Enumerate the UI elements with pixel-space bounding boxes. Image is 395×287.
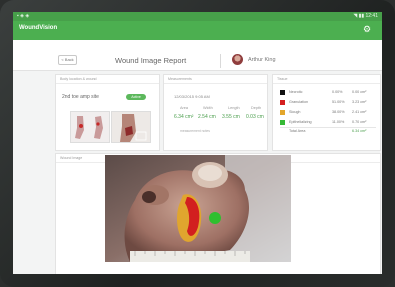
app-bar: WoundVision ⚙ bbox=[13, 21, 382, 40]
area-label: Area bbox=[180, 106, 189, 110]
status-icons-right: ◥ ▮▮ 12:41 bbox=[353, 13, 378, 19]
patient-avatar[interactable] bbox=[232, 54, 243, 65]
tissue-percent: 11.00% bbox=[332, 120, 345, 124]
location-card: Body location & wound 2nd toe amp site A… bbox=[55, 74, 160, 151]
tissue-total-row: Total Area 6.34 cm² bbox=[280, 128, 375, 135]
tissue-percent: 51.00% bbox=[332, 100, 345, 104]
app-logo: WoundVision bbox=[19, 25, 58, 31]
body-diagram-thumbnail[interactable] bbox=[70, 111, 110, 143]
total-area-label: Total Area bbox=[289, 129, 306, 133]
tablet-frame: ▪ ◈ ◈ ◥ ▮▮ 12:41 WoundVision ⚙ < Back Wo… bbox=[0, 0, 395, 287]
tissue-area: 0.00 cm² bbox=[352, 90, 367, 94]
tissue-row: Necrotic 0.00% 0.00 cm² bbox=[280, 89, 375, 96]
wound-photo-thumbnail[interactable] bbox=[111, 111, 151, 143]
area-value: 6.34 cm² bbox=[174, 114, 194, 120]
measurements-card: Measurements 12/03/2015 9:05 AM Area Wid… bbox=[163, 74, 268, 151]
tissue-row: Granulation 51.00% 3.23 cm² bbox=[280, 99, 375, 106]
tissue-name: Necrotic bbox=[289, 90, 303, 94]
tissue-card-heading: Tissue bbox=[273, 75, 380, 84]
location-card-heading: Body location & wound bbox=[56, 75, 159, 84]
wound-photo-image bbox=[105, 155, 291, 262]
settings-gear-icon[interactable]: ⚙ bbox=[363, 25, 372, 34]
status-icons-left: ▪ ◈ ◈ bbox=[17, 13, 30, 19]
length-value: 3.55 cm bbox=[222, 114, 240, 120]
width-label: Width bbox=[203, 106, 213, 110]
tissue-name: Granulation bbox=[289, 100, 309, 104]
measurement-date: 12/03/2015 9:05 AM bbox=[174, 94, 210, 99]
tissue-row: Slough 38.00% 2.41 cm² bbox=[280, 109, 375, 116]
epithelial-swatch bbox=[280, 120, 285, 125]
wound-site-name: 2nd toe amp site bbox=[62, 94, 99, 100]
tissue-area: 0.70 cm² bbox=[352, 120, 367, 124]
depth-label: Depth bbox=[251, 106, 262, 110]
patient-name[interactable]: Arthur King bbox=[248, 57, 276, 63]
status-badge: Active bbox=[126, 94, 146, 100]
back-button[interactable]: < Back bbox=[58, 55, 77, 65]
tissue-name: Epithelializing bbox=[289, 120, 312, 124]
foot-photo-icon bbox=[112, 112, 150, 142]
tissue-row: Epithelializing 11.00% 0.70 cm² bbox=[280, 119, 375, 126]
width-value: 2.54 cm bbox=[198, 114, 216, 120]
header-divider bbox=[220, 54, 221, 68]
depth-value: 0.03 cm bbox=[246, 114, 264, 120]
necrotic-swatch bbox=[280, 90, 285, 95]
granulation-swatch bbox=[280, 100, 285, 105]
tissue-area: 2.41 cm² bbox=[352, 110, 367, 114]
measurement-note: measurement notes bbox=[180, 129, 210, 133]
slough-swatch bbox=[280, 110, 285, 115]
tissue-percent: 38.00% bbox=[332, 110, 345, 114]
measurements-card-heading: Measurements bbox=[164, 75, 267, 84]
tissue-area: 3.23 cm² bbox=[352, 100, 367, 104]
tissue-percent: 0.00% bbox=[332, 90, 343, 94]
length-label: Length bbox=[228, 106, 240, 110]
report-header: < Back Wound Image Report Arthur King bbox=[13, 40, 382, 71]
tissue-card: Tissue Necrotic 0.00% 0.00 cm² Granulati… bbox=[272, 74, 381, 151]
foot-diagram-icon bbox=[71, 112, 109, 142]
wound-photo[interactable] bbox=[105, 155, 291, 262]
page-title: Wound Image Report bbox=[115, 56, 187, 65]
status-bar: ▪ ◈ ◈ ◥ ▮▮ 12:41 bbox=[13, 12, 382, 21]
tissue-name: Slough bbox=[289, 110, 301, 114]
total-area-value: 6.34 cm² bbox=[352, 129, 367, 133]
